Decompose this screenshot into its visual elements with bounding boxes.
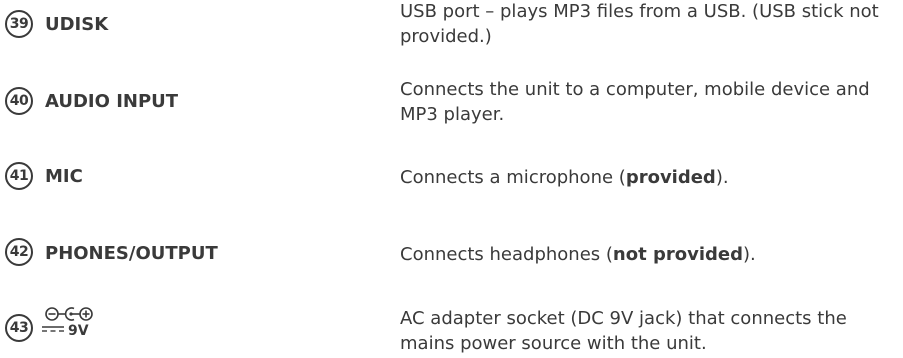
item-number-badge: 40 (5, 87, 33, 115)
item-description: Connects headphones (not provided). (400, 242, 900, 267)
item-description: USB port – plays MP3 files from a USB. (… (400, 1, 879, 47)
voltage-label: 9V (68, 323, 89, 339)
item-label: PHONES/OUTPUT (45, 243, 218, 264)
item-label: MIC (45, 166, 83, 187)
item-description: Connects the unit to a computer, mobile … (400, 79, 870, 125)
description-text: ). (715, 167, 729, 188)
description-text: ). (742, 244, 756, 265)
description-text: Connects headphones ( (400, 244, 613, 265)
item-label: UDISK (45, 14, 109, 35)
item-description: Connects a microphone (provided). (400, 165, 900, 190)
description-emphasis: provided (625, 167, 716, 188)
item-number-badge: 41 (5, 162, 33, 190)
dc-polarity-symbol-icon: 9V (42, 307, 93, 339)
item-number-badge: 43 (5, 314, 33, 342)
item-number-badge: 42 (5, 238, 33, 266)
description-emphasis: not provided (612, 244, 743, 265)
item-number-badge: 39 (5, 10, 33, 38)
item-label: AUDIO INPUT (45, 91, 179, 112)
description-text: Connects a microphone ( (400, 167, 626, 188)
item-description: AC adapter socket (DC 9V jack) that conn… (400, 308, 847, 354)
